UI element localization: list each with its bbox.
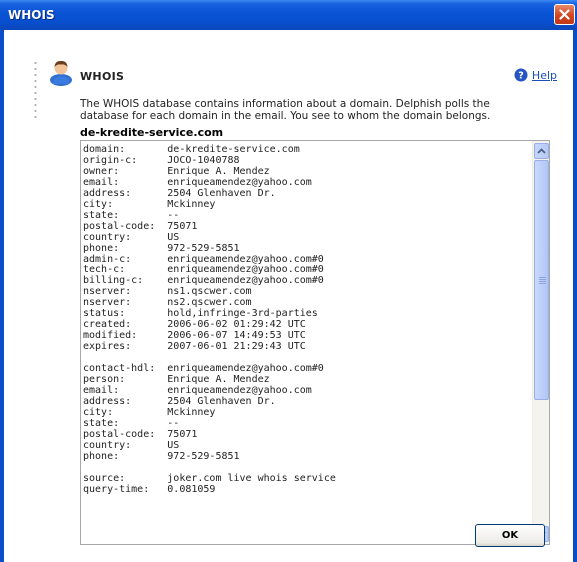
ok-button[interactable]: OK <box>475 524 545 547</box>
whois-record-text: domain: de-kredite-service.com origin-c: … <box>83 144 531 496</box>
scroll-up-button[interactable] <box>534 143 549 159</box>
record-line: country: US <box>83 231 180 243</box>
record-line <box>83 463 531 474</box>
dotted-divider <box>34 60 37 120</box>
vertical-scrollbar[interactable] <box>532 141 549 544</box>
help-label: Help <box>531 68 557 82</box>
user-icon <box>50 60 72 86</box>
svg-text:?: ? <box>518 71 524 82</box>
window-title: WHOIS <box>8 8 55 22</box>
description-text: The WHOIS database contains information … <box>80 98 491 122</box>
dialog-content: WHOIS ? Help The WHOIS database contains… <box>4 30 573 562</box>
question-icon: ? <box>514 68 528 82</box>
close-icon <box>559 9 570 20</box>
domain-heading: de-kredite-service.com <box>80 126 224 139</box>
record-line: query-time: 0.081059 <box>83 483 216 495</box>
record-line: phone: 972-529-5851 <box>83 242 240 254</box>
record-line: expires: 2007-06-01 21:29:43 UTC <box>83 341 306 353</box>
scroll-thumb[interactable] <box>534 160 549 400</box>
page-title: WHOIS <box>80 70 125 83</box>
record-line: source: joker.com live whois service <box>83 472 336 484</box>
close-button[interactable] <box>554 4 575 25</box>
record-line: postal-code: 75071 <box>83 220 198 232</box>
title-bar[interactable]: WHOIS <box>0 0 577 30</box>
scroll-grip <box>539 277 546 285</box>
record-line: phone: 972-529-5851 <box>83 450 240 462</box>
whois-record-textbox[interactable]: domain: de-kredite-service.com origin-c: … <box>80 140 550 545</box>
help-link[interactable]: ? Help <box>514 68 557 82</box>
window-border-right <box>573 30 577 562</box>
chevron-up-icon <box>537 148 546 154</box>
